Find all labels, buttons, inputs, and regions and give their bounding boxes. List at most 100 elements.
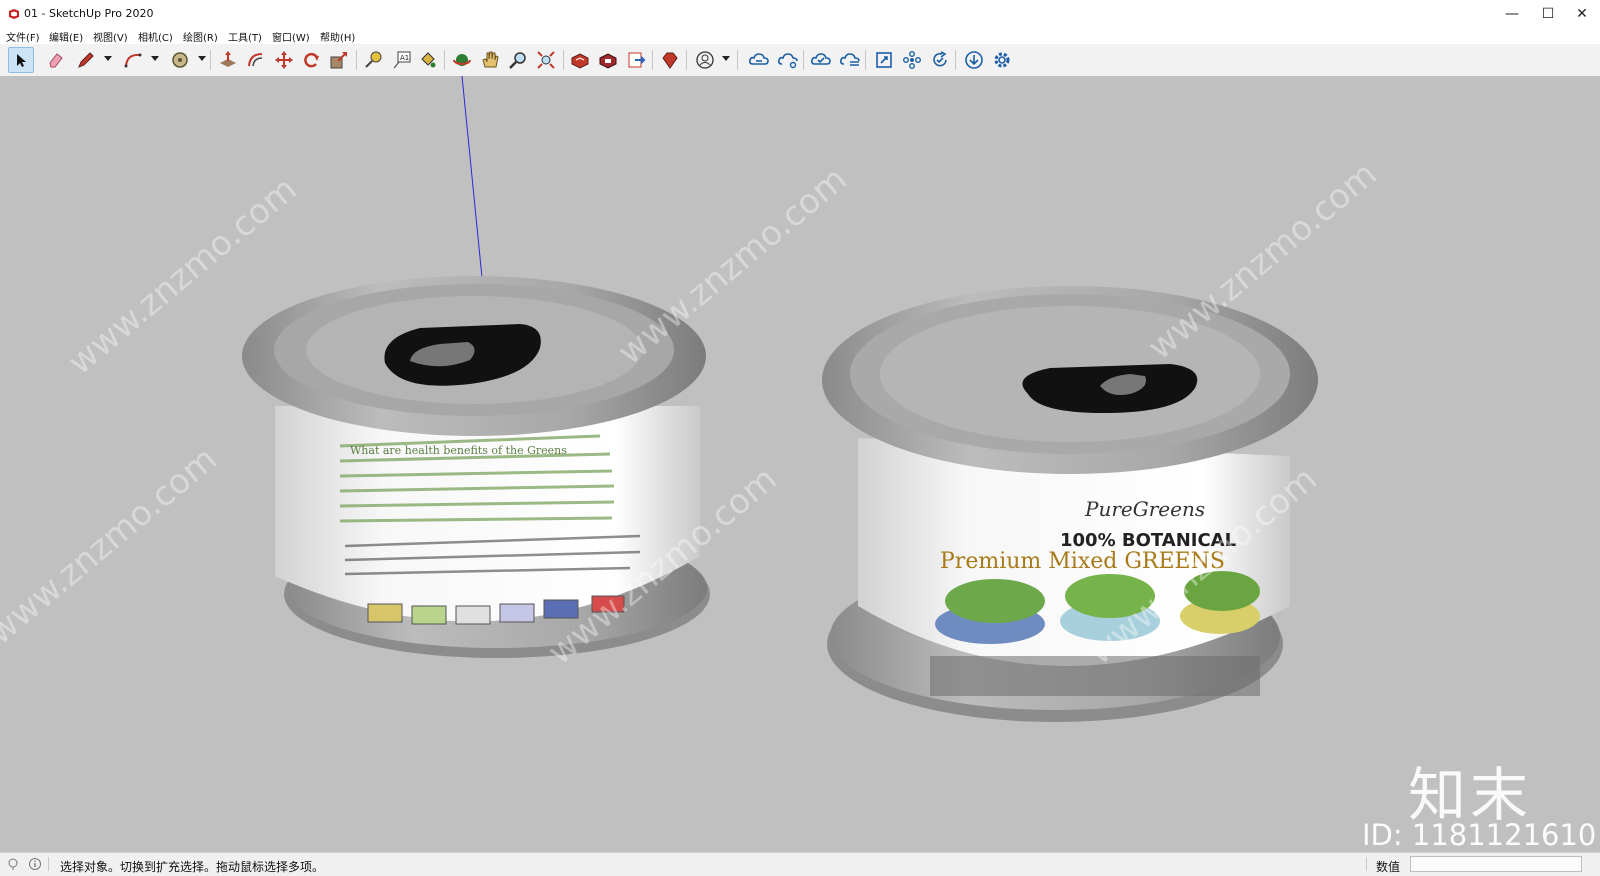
eraser-icon (49, 53, 63, 68)
eraser-tool[interactable] (43, 47, 69, 73)
toolbar-separator (686, 50, 687, 70)
status-separator (48, 857, 49, 871)
right-can-brand: PureGreens (1084, 497, 1205, 521)
close-button[interactable]: ✕ (1564, 0, 1600, 28)
move-tool[interactable] (271, 47, 297, 73)
model-scene[interactable]: What are health benefits of the Greens P… (0, 76, 1600, 852)
zoom-extents-icon (537, 51, 555, 69)
info-icon[interactable] (28, 857, 42, 871)
menu-draw[interactable]: 绘图(R) (183, 29, 218, 44)
tape-measure-tool[interactable] (360, 47, 386, 73)
status-bar: 选择对象。切换到扩充选择。拖动鼠标选择多项。 数值 (0, 852, 1600, 876)
menu-edit[interactable]: 编辑(E) (49, 29, 83, 44)
paint-bucket-tool[interactable] (415, 47, 441, 73)
trimble-connect-button[interactable] (746, 47, 772, 73)
pan-tool[interactable] (477, 47, 503, 73)
left-can-label-text: What are health benefits of the Greens (350, 444, 567, 457)
toolbar-separator (652, 50, 653, 70)
scale-tool[interactable] (326, 47, 352, 73)
layout-icon (628, 52, 646, 68)
shape-tool-dropdown[interactable] (198, 56, 206, 61)
3d-warehouse-button[interactable] (567, 47, 593, 73)
ruby-icon (662, 52, 678, 69)
cloud-sync-button[interactable] (808, 47, 834, 73)
hand-icon (482, 51, 499, 68)
toolbar-separator (865, 50, 866, 70)
select-tool[interactable] (8, 47, 34, 73)
model-viewport[interactable]: What are health benefits of the Greens P… (0, 76, 1600, 852)
menu-tools[interactable]: 工具(T) (228, 29, 262, 44)
status-message: 选择对象。切换到扩充选择。拖动鼠标选择多项。 (60, 860, 325, 874)
pencil-icon (78, 52, 94, 68)
toolbar-separator (737, 50, 738, 70)
menu-help[interactable]: 帮助(H) (320, 29, 355, 44)
arc-icon (124, 53, 142, 68)
toolbar-separator (356, 50, 357, 70)
menu-camera[interactable]: 相机(C) (138, 29, 173, 44)
maximize-button[interactable]: ☐ (1530, 0, 1566, 28)
extension-warehouse-button[interactable] (595, 47, 621, 73)
arc-tool-dropdown[interactable] (151, 56, 159, 61)
extension-manager-button[interactable] (657, 47, 683, 73)
offset-tool[interactable] (243, 47, 269, 73)
text-tool[interactable]: A1 (389, 47, 415, 73)
warehouse-icon (571, 53, 589, 69)
line-tool-dropdown[interactable] (104, 56, 112, 61)
arc-tool[interactable] (120, 47, 146, 73)
rotate-tool[interactable] (298, 47, 324, 73)
minimize-button[interactable]: — (1494, 0, 1530, 28)
status-separator (1366, 857, 1367, 871)
download-button[interactable] (961, 47, 987, 73)
resize-icon (876, 52, 892, 68)
orbit-icon (453, 54, 471, 66)
settings-button[interactable] (989, 47, 1015, 73)
circle-icon (172, 52, 188, 68)
zoom-icon (509, 52, 526, 69)
components-icon (903, 51, 921, 69)
measurements-input[interactable] (1410, 856, 1582, 872)
measurements-label: 数值 (1376, 860, 1401, 874)
title-bar: 01 - SketchUp Pro 2020 — ☐ ✕ (0, 0, 1600, 28)
main-toolbar: A1 (0, 44, 1600, 77)
toolbar-separator (210, 50, 211, 70)
right-can-plants (935, 571, 1260, 644)
cloud-link-icon (749, 53, 769, 65)
account-dropdown[interactable] (722, 56, 730, 61)
zoom-tool[interactable] (505, 47, 531, 73)
push-pull-icon (220, 51, 236, 67)
svg-text:A1: A1 (400, 54, 409, 62)
menu-file[interactable]: 文件(F) (6, 29, 40, 44)
watermark-id: ID: 1181121610 (1362, 818, 1597, 852)
right-can[interactable]: PureGreens 100% BOTANICAL Premium Mixed … (822, 286, 1318, 722)
refresh-check-icon (933, 51, 947, 67)
components-button[interactable] (899, 47, 925, 73)
orbit-tool[interactable] (449, 47, 475, 73)
push-pull-tool[interactable] (215, 47, 241, 73)
toolbar-separator (563, 50, 564, 70)
cloud-list-button[interactable] (837, 47, 863, 73)
resize-button[interactable] (871, 47, 897, 73)
layout-button[interactable] (623, 47, 649, 73)
right-can-line1: 100% BOTANICAL (1060, 530, 1236, 551)
refresh-button[interactable] (927, 47, 953, 73)
menu-view[interactable]: 视图(V) (93, 29, 128, 44)
cloud-share-icon (778, 53, 798, 69)
cloud-check-icon (811, 53, 831, 65)
line-tool[interactable] (73, 47, 99, 73)
offset-icon (248, 53, 263, 67)
paint-bucket-icon (421, 52, 436, 68)
download-icon (965, 51, 983, 69)
scale-icon (330, 52, 347, 69)
left-can[interactable]: What are health benefits of the Greens (242, 276, 710, 658)
cursor-arrow-icon (17, 54, 26, 67)
cloud-share-button[interactable] (775, 47, 801, 73)
zoom-extents-tool[interactable] (533, 47, 559, 73)
user-icon (696, 51, 714, 69)
move-icon (275, 51, 293, 69)
toolbar-separator (803, 50, 804, 70)
account-button[interactable] (692, 47, 718, 73)
geo-location-icon[interactable] (6, 857, 20, 871)
toolbar-separator (444, 50, 445, 70)
menu-window[interactable]: 窗口(W) (272, 29, 310, 44)
shape-tool[interactable] (167, 47, 193, 73)
